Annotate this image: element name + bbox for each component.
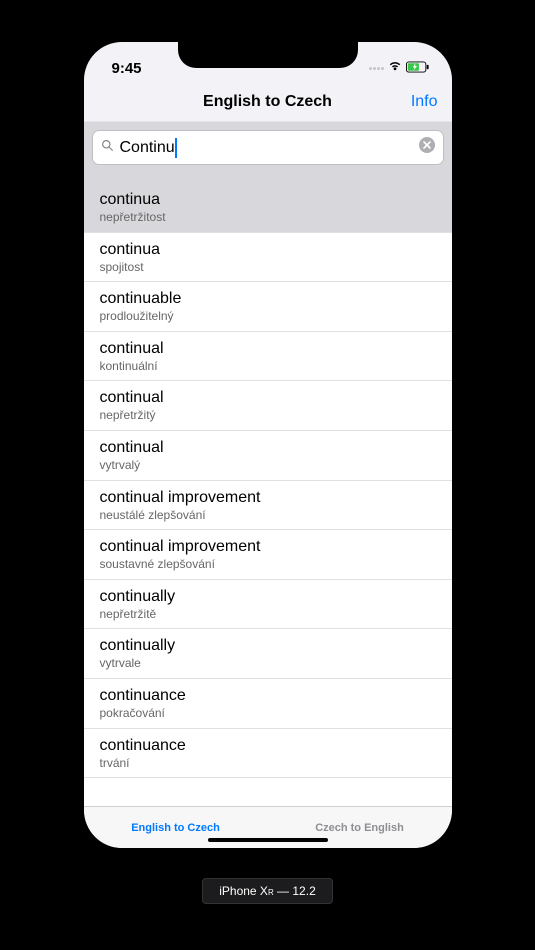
- result-row[interactable]: continuallynepřetržitě: [84, 580, 452, 630]
- result-title: continua: [100, 190, 436, 210]
- result-title: continual: [100, 339, 436, 359]
- info-button[interactable]: Info: [411, 93, 438, 111]
- device-label: iPhone XR — 12.2: [202, 878, 333, 904]
- result-translation: soustavné zlepšování: [100, 557, 436, 573]
- cellular-dots-icon: [369, 67, 384, 70]
- result-translation: vytrvale: [100, 656, 436, 672]
- result-row[interactable]: continual improvementneustálé zlepšování: [84, 481, 452, 531]
- result-title: continuance: [100, 736, 436, 756]
- search-area: Continu: [84, 122, 452, 173]
- result-title: continuance: [100, 686, 436, 706]
- result-title: continually: [100, 587, 436, 607]
- nav-title: English to Czech: [203, 93, 332, 111]
- result-title: continual improvement: [100, 488, 436, 508]
- result-translation: trvání: [100, 756, 436, 772]
- tab-czech-english[interactable]: Czech to English: [315, 822, 404, 834]
- result-translation: spojitost: [100, 260, 436, 276]
- result-translation: nepřetržitě: [100, 607, 436, 623]
- result-translation: nepřetržitý: [100, 408, 436, 424]
- result-title: continua: [100, 240, 436, 260]
- result-title: continual improvement: [100, 537, 436, 557]
- results-list[interactable]: continuanepřetržitostcontinuaspojitostco…: [84, 183, 452, 806]
- search-input[interactable]: Continu: [120, 139, 175, 157]
- search-field[interactable]: Continu: [92, 130, 444, 165]
- search-icon: [101, 139, 114, 157]
- result-row[interactable]: continuaspojitost: [84, 233, 452, 283]
- result-row[interactable]: continuancepokračování: [84, 679, 452, 729]
- result-row[interactable]: continualvytrvalý: [84, 431, 452, 481]
- result-row[interactable]: continuanepřetržitost: [84, 183, 452, 233]
- result-row[interactable]: continualkontinuální: [84, 332, 452, 382]
- wifi-icon: [388, 59, 402, 77]
- result-title: continuable: [100, 289, 436, 309]
- power-button: [464, 210, 467, 280]
- result-title: continually: [100, 636, 436, 656]
- result-title: continual: [100, 438, 436, 458]
- result-row[interactable]: continuancetrvání: [84, 729, 452, 779]
- result-title: continual: [100, 388, 436, 408]
- status-time: 9:45: [112, 60, 142, 77]
- result-row[interactable]: continuableprodloužitelný: [84, 282, 452, 332]
- result-translation: prodloužitelný: [100, 309, 436, 325]
- text-cursor: [175, 138, 177, 158]
- clear-icon[interactable]: [419, 137, 435, 158]
- result-translation: nepřetržitost: [100, 210, 436, 226]
- device-notch: [178, 42, 358, 68]
- result-row[interactable]: continual improvementsoustavné zlepšován…: [84, 530, 452, 580]
- home-indicator[interactable]: [208, 838, 328, 842]
- mute-switch: [69, 150, 72, 178]
- volume-up: [69, 200, 72, 250]
- search-bottom-strip: [84, 173, 452, 183]
- battery-icon: [406, 60, 430, 77]
- result-translation: kontinuální: [100, 359, 436, 375]
- nav-bar: English to Czech Info: [84, 82, 452, 122]
- result-translation: vytrvalý: [100, 458, 436, 474]
- volume-down: [69, 262, 72, 312]
- tab-english-czech[interactable]: English to Czech: [131, 822, 220, 834]
- result-translation: pokračování: [100, 706, 436, 722]
- result-translation: neustálé zlepšování: [100, 508, 436, 524]
- result-row[interactable]: continualnepřetržitý: [84, 381, 452, 431]
- result-row[interactable]: continuallyvytrvale: [84, 629, 452, 679]
